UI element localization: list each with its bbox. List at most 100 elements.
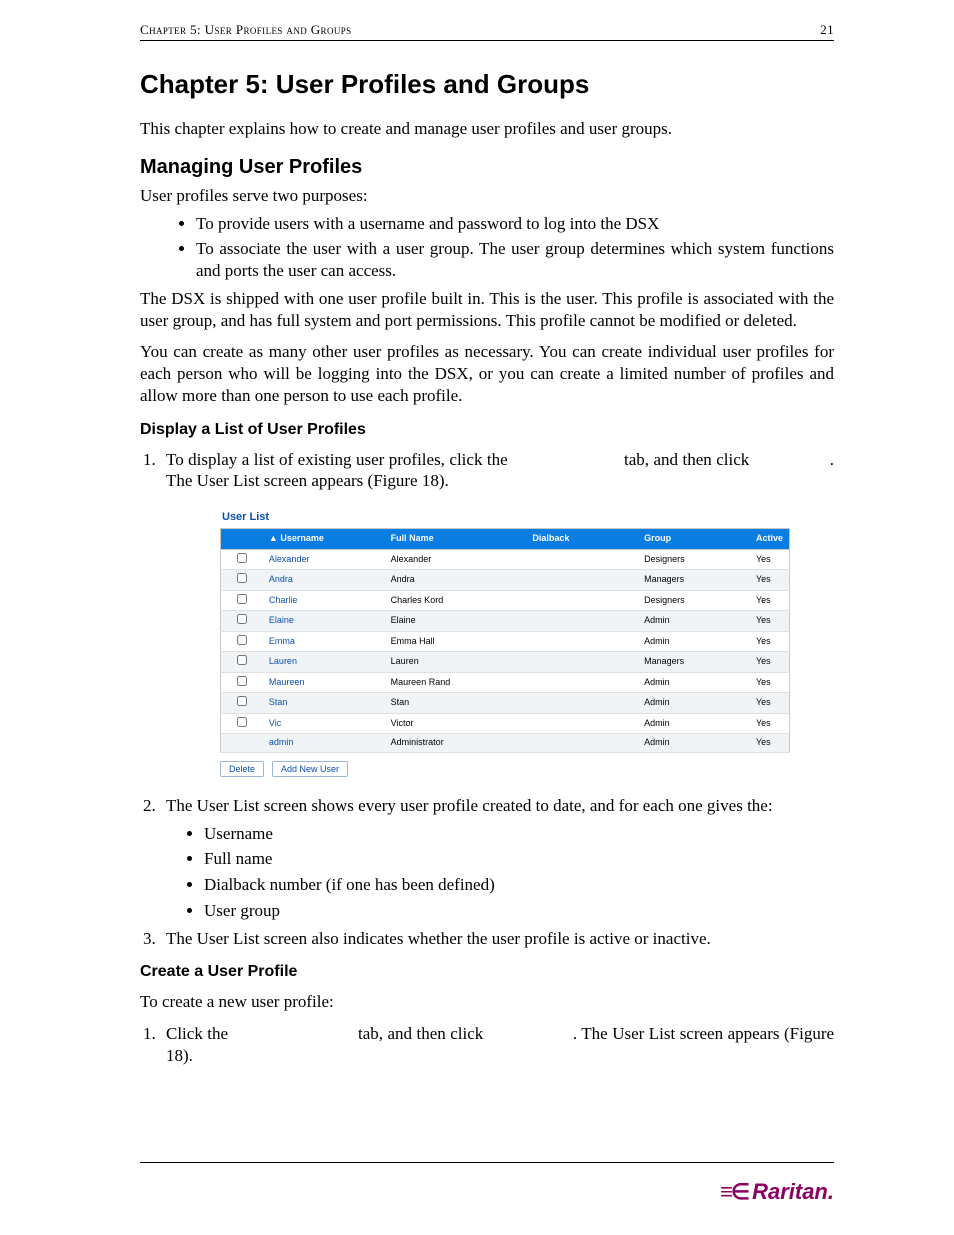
table-row: StanStanAdminYes <box>221 693 790 714</box>
list-item: To associate the user with a user group.… <box>196 238 834 282</box>
username-link[interactable]: Elaine <box>269 615 294 625</box>
figure-title: User List <box>222 510 790 524</box>
table-row: Andra Andra ManagersYes <box>221 570 790 591</box>
username-link[interactable]: Stan <box>269 697 288 707</box>
create-steps: Click the tab, and then click . The User… <box>160 1023 834 1067</box>
user-list-figure: User List ▲ Username Full Name Dialback … <box>220 510 790 777</box>
dialback-cell <box>526 631 638 652</box>
list-item: Click the tab, and then click . The User… <box>160 1023 834 1067</box>
row-checkbox[interactable] <box>237 676 247 686</box>
active-cell: Yes <box>750 734 790 753</box>
add-new-user-button[interactable]: Add New User <box>272 761 348 777</box>
active-cell: Yes <box>750 693 790 714</box>
active-cell: Yes <box>750 570 790 591</box>
delete-button[interactable]: Delete <box>220 761 264 777</box>
table-row: VicVictorAdminYes <box>221 713 790 734</box>
brand-logo: ≡∈ Raritan. <box>720 1179 834 1205</box>
dialback-cell <box>526 652 638 673</box>
fullname-cell: Stan <box>385 693 527 714</box>
page-number: 21 <box>820 22 834 38</box>
fullname-cell: Emma Hall <box>385 631 527 652</box>
group-cell: Admin <box>638 672 750 693</box>
create-lead: To create a new user profile: <box>140 991 834 1013</box>
username-link[interactable]: Alexander <box>269 554 310 564</box>
dialback-cell <box>526 693 638 714</box>
fullname-cell: Alexander <box>385 549 527 570</box>
username-link[interactable]: Charlie <box>269 595 298 605</box>
brand-text: Raritan. <box>752 1179 834 1205</box>
col-checkbox <box>221 529 263 550</box>
row-checkbox[interactable] <box>237 635 247 645</box>
section-managing: Managing User Profiles <box>140 156 834 179</box>
row-checkbox[interactable] <box>237 655 247 665</box>
active-cell: Yes <box>750 652 790 673</box>
group-cell: Designers <box>638 549 750 570</box>
dialback-cell <box>526 590 638 611</box>
row-checkbox[interactable] <box>237 573 247 583</box>
username-link[interactable]: Emma <box>269 636 295 646</box>
fullname-cell: Charles Kord <box>385 590 527 611</box>
fullname-cell: Andra <box>385 570 527 591</box>
col-fullname[interactable]: Full Name <box>385 529 527 550</box>
active-cell: Yes <box>750 631 790 652</box>
active-cell: Yes <box>750 672 790 693</box>
group-cell: Admin <box>638 734 750 753</box>
active-cell: Yes <box>750 590 790 611</box>
menu-ref <box>488 1024 569 1043</box>
username-link[interactable]: Lauren <box>269 656 297 666</box>
group-cell: Admin <box>638 611 750 632</box>
header-rule <box>140 40 834 41</box>
fullname-cell: Administrator <box>385 734 527 753</box>
table-row: Alexander Alexander DesignersYes <box>221 549 790 570</box>
fullname-cell: Maureen Rand <box>385 672 527 693</box>
col-active[interactable]: Active <box>750 529 790 550</box>
intro-paragraph: This chapter explains how to create and … <box>140 118 834 140</box>
row-checkbox[interactable] <box>237 553 247 563</box>
table-row: Charlie Charles Kord DesignersYes <box>221 590 790 611</box>
tab-ref <box>512 450 619 469</box>
table-row: Maureen Maureen Rand AdminYes <box>221 672 790 693</box>
tab-ref <box>233 1024 354 1043</box>
col-dialback[interactable]: Dialback <box>526 529 638 550</box>
dialback-cell <box>526 549 638 570</box>
dialback-cell <box>526 611 638 632</box>
row-checkbox[interactable] <box>237 717 247 727</box>
list-item: The User List screen shows every user pr… <box>160 795 834 922</box>
chapter-title: Chapter 5: User Profiles and Groups <box>140 69 834 100</box>
group-cell: Admin <box>638 713 750 734</box>
group-cell: Managers <box>638 570 750 591</box>
username-link[interactable]: admin <box>269 737 294 747</box>
table-row: admin Administrator AdminYes <box>221 734 790 753</box>
list-item: To provide users with a username and pas… <box>196 213 834 235</box>
active-cell: Yes <box>750 549 790 570</box>
row-checkbox[interactable] <box>237 696 247 706</box>
running-header: Chapter 5: User Profiles and Groups 21 <box>140 22 834 38</box>
username-link[interactable]: Vic <box>269 718 281 728</box>
fullname-cell: Lauren <box>385 652 527 673</box>
dialback-cell <box>526 672 638 693</box>
active-cell: Yes <box>750 611 790 632</box>
username-link[interactable]: Maureen <box>269 677 305 687</box>
row-checkbox[interactable] <box>237 594 247 604</box>
display-steps: To display a list of existing user profi… <box>160 449 834 950</box>
col-group[interactable]: Group <box>638 529 750 550</box>
dialback-cell <box>526 570 638 591</box>
username-link[interactable]: Andra <box>269 574 293 584</box>
list-item: To display a list of existing user profi… <box>160 449 834 777</box>
group-cell: Managers <box>638 652 750 673</box>
group-cell: Admin <box>638 631 750 652</box>
row-checkbox[interactable] <box>237 614 247 624</box>
subsection-display: Display a List of User Profiles <box>140 421 834 439</box>
group-cell: Designers <box>638 590 750 611</box>
subsection-create: Create a User Profile <box>140 963 834 981</box>
dialback-cell <box>526 734 638 753</box>
user-list-table: ▲ Username Full Name Dialback Group Acti… <box>220 528 790 753</box>
header-left: Chapter 5: User Profiles and Groups <box>140 22 352 38</box>
fullname-cell: Elaine <box>385 611 527 632</box>
col-username[interactable]: ▲ Username <box>263 529 385 550</box>
shipped-paragraph: The DSX is shipped with one user profile… <box>140 288 834 332</box>
create-many-paragraph: You can create as many other user profil… <box>140 341 834 406</box>
footer-rule <box>140 1162 834 1163</box>
list-item: Full name <box>204 848 834 870</box>
purposes-lead: User profiles serve two purposes: <box>140 185 834 207</box>
